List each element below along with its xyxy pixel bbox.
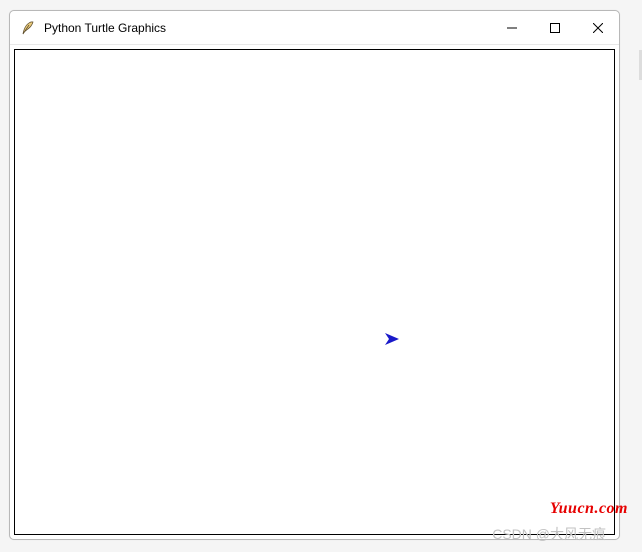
- maximize-button[interactable]: [533, 11, 576, 44]
- minimize-icon: [507, 23, 517, 33]
- window-controls: [490, 11, 619, 44]
- turtle-cursor: [385, 332, 401, 351]
- maximize-icon: [550, 23, 560, 33]
- application-window: Python Turtle Graphics: [9, 10, 620, 540]
- titlebar[interactable]: Python Turtle Graphics: [10, 11, 619, 45]
- close-icon: [593, 23, 603, 33]
- feather-icon: [20, 20, 36, 36]
- minimize-button[interactable]: [490, 11, 533, 44]
- watermark-red: Yuucn.com: [550, 500, 628, 518]
- close-button[interactable]: [576, 11, 619, 44]
- window-title: Python Turtle Graphics: [44, 21, 490, 35]
- turtle-canvas: [14, 49, 615, 535]
- watermark-gray: CSDN @大风无痕: [492, 524, 606, 544]
